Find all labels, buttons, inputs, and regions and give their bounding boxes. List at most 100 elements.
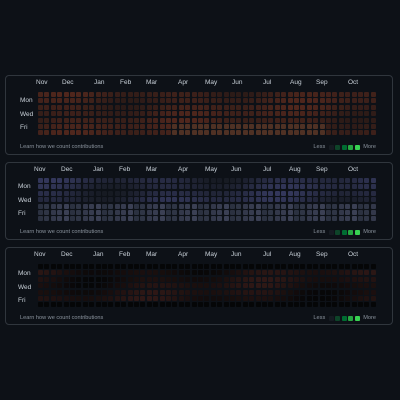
contribution-cell[interactable]: [172, 270, 178, 276]
contribution-cell[interactable]: [242, 296, 248, 301]
contribution-cell[interactable]: [134, 302, 139, 308]
contribution-cell[interactable]: [178, 210, 184, 215]
contribution-cell[interactable]: [63, 104, 69, 110]
contribution-cell[interactable]: [287, 289, 293, 295]
contribution-cell[interactable]: [300, 210, 306, 215]
contribution-cell[interactable]: [326, 124, 331, 129]
contribution-cell[interactable]: [345, 190, 351, 196]
contribution-cell[interactable]: [89, 264, 95, 269]
contribution-cell[interactable]: [166, 184, 171, 190]
contribution-cell[interactable]: [262, 124, 267, 129]
contribution-cell[interactable]: [57, 210, 63, 215]
contribution-cell[interactable]: [50, 216, 56, 222]
contribution-cell[interactable]: [332, 203, 338, 209]
contribution-cell[interactable]: [332, 283, 338, 289]
contribution-cell[interactable]: [236, 283, 242, 289]
contribution-cell[interactable]: [50, 190, 56, 196]
contribution-cell[interactable]: [268, 197, 274, 203]
contribution-cell[interactable]: [134, 276, 139, 282]
contribution-cell[interactable]: [159, 124, 165, 129]
contribution-cell[interactable]: [44, 124, 50, 129]
contribution-cell[interactable]: [210, 296, 216, 301]
contribution-cell[interactable]: [89, 283, 95, 289]
contribution-cell[interactable]: [210, 283, 216, 289]
contribution-cell[interactable]: [134, 264, 139, 269]
contribution-cell[interactable]: [63, 210, 69, 215]
contribution-cell[interactable]: [274, 264, 280, 269]
contribution-cell[interactable]: [172, 296, 178, 301]
contribution-cell[interactable]: [114, 197, 120, 203]
contribution-cell[interactable]: [63, 197, 69, 203]
contribution-cell[interactable]: [287, 184, 293, 190]
contribution-cell[interactable]: [146, 184, 152, 190]
contribution-cell[interactable]: [127, 264, 133, 269]
contribution-cell[interactable]: [121, 124, 127, 129]
contribution-cell[interactable]: [114, 190, 120, 196]
contribution-cell[interactable]: [57, 124, 63, 129]
contribution-cell[interactable]: [223, 203, 229, 209]
contribution-cell[interactable]: [127, 117, 133, 123]
contribution-cell[interactable]: [255, 210, 261, 215]
contribution-cell[interactable]: [191, 197, 197, 203]
contribution-cell[interactable]: [345, 296, 351, 301]
contribution-cell[interactable]: [108, 210, 114, 215]
contribution-cell[interactable]: [236, 197, 242, 203]
contribution-cell[interactable]: [134, 296, 139, 301]
contribution-cell[interactable]: [108, 92, 114, 97]
contribution-cell[interactable]: [159, 270, 165, 276]
contribution-cell[interactable]: [338, 111, 344, 117]
contribution-cell[interactable]: [63, 92, 69, 97]
contribution-cell[interactable]: [108, 117, 114, 123]
contribution-cell[interactable]: [236, 270, 242, 276]
contribution-cell[interactable]: [114, 111, 120, 117]
contribution-cell[interactable]: [159, 296, 165, 301]
contribution-cell[interactable]: [140, 124, 146, 129]
contribution-cell[interactable]: [146, 203, 152, 209]
contribution-cell[interactable]: [217, 264, 223, 269]
contribution-cell[interactable]: [102, 216, 107, 222]
contribution-cell[interactable]: [172, 124, 178, 129]
contribution-cell[interactable]: [102, 203, 107, 209]
contribution-cell[interactable]: [274, 276, 280, 282]
contribution-cell[interactable]: [95, 203, 101, 209]
contribution-cell[interactable]: [281, 104, 287, 110]
contribution-cell[interactable]: [242, 197, 248, 203]
contribution-cell[interactable]: [108, 184, 114, 190]
contribution-cell[interactable]: [287, 104, 293, 110]
contribution-cell[interactable]: [70, 210, 75, 215]
contribution-cell[interactable]: [153, 117, 159, 123]
contribution-cell[interactable]: [70, 270, 75, 276]
contribution-cell[interactable]: [281, 296, 287, 301]
contribution-cell[interactable]: [262, 302, 267, 308]
contribution-cell[interactable]: [185, 98, 191, 104]
contribution-cell[interactable]: [95, 296, 101, 301]
contribution-cell[interactable]: [178, 190, 184, 196]
contribution-cell[interactable]: [134, 184, 139, 190]
contribution-cell[interactable]: [127, 92, 133, 97]
contribution-cell[interactable]: [210, 111, 216, 117]
contribution-cell[interactable]: [127, 296, 133, 301]
contribution-cell[interactable]: [178, 124, 184, 129]
contribution-cell[interactable]: [38, 197, 43, 203]
contribution-cell[interactable]: [108, 190, 114, 196]
contribution-cell[interactable]: [332, 197, 338, 203]
contribution-cell[interactable]: [313, 117, 319, 123]
contribution-cell[interactable]: [82, 111, 88, 117]
contribution-cell[interactable]: [102, 197, 107, 203]
contribution-cell[interactable]: [300, 289, 306, 295]
contribution-cell[interactable]: [210, 203, 216, 209]
contribution-cell[interactable]: [313, 92, 319, 97]
contribution-cell[interactable]: [146, 216, 152, 222]
contribution-cell[interactable]: [358, 283, 363, 289]
contribution-cell[interactable]: [198, 210, 203, 215]
contribution-cell[interactable]: [134, 124, 139, 129]
contribution-cell[interactable]: [89, 203, 95, 209]
contribution-cell[interactable]: [230, 203, 235, 209]
contribution-cell[interactable]: [313, 184, 319, 190]
contribution-cell[interactable]: [172, 111, 178, 117]
contribution-cell[interactable]: [178, 276, 184, 282]
contribution-cell[interactable]: [159, 210, 165, 215]
contribution-cell[interactable]: [217, 190, 223, 196]
contribution-cell[interactable]: [287, 98, 293, 104]
contribution-cell[interactable]: [108, 216, 114, 222]
